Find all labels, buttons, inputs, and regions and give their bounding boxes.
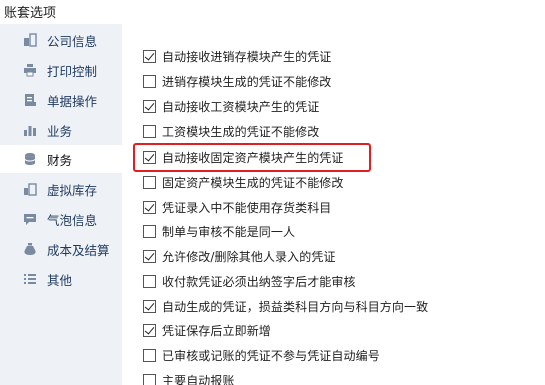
window-title: 账套选项 <box>4 6 57 21</box>
sidebar-item-company-info[interactable]: 公司信息 <box>0 26 122 54</box>
option-no-inventory-accounts[interactable]: 凭证录入中不能使用存货类科目 <box>143 197 331 217</box>
bar-chart-icon <box>23 123 37 137</box>
option-new-after-save[interactable]: 凭证保存后立即新增 <box>143 320 271 340</box>
sidebar: 公司信息 打印控制 单据操作 业务 财务 虚拟库存 气泡信息 成本及结算 其他 <box>0 24 122 385</box>
chat-bubble-icon <box>23 212 37 226</box>
checkbox[interactable] <box>143 224 156 238</box>
checkbox[interactable] <box>143 348 156 362</box>
option-cashier-sign-before-review[interactable]: 收付款凭证必须出纳签字后才能审核 <box>143 271 356 291</box>
option-label: 凭证录入中不能使用存货类科目 <box>162 200 332 215</box>
sidebar-item-label: 业务 <box>47 123 73 139</box>
checkbox[interactable] <box>143 200 156 214</box>
sidebar-item-finance[interactable]: 财务 <box>0 145 122 173</box>
sidebar-item-bubble-info[interactable]: 气泡信息 <box>0 205 122 233</box>
sidebar-item-label: 虚拟库存 <box>47 182 98 198</box>
checkbox[interactable] <box>143 323 156 337</box>
checkbox[interactable] <box>143 249 156 263</box>
building-icon <box>23 33 37 47</box>
option-maker-not-reviewer[interactable]: 制单与审核不能是同一人 <box>143 221 295 241</box>
option-allow-edit-others-voucher[interactable]: 允许修改/删除其他人录入的凭证 <box>143 246 336 266</box>
sidebar-item-label: 打印控制 <box>47 63 98 79</box>
option-label: 允许修改/删除其他人录入的凭证 <box>162 249 336 264</box>
option-inventory-voucher-locked[interactable]: 进销存模块生成的凭证不能修改 <box>143 71 331 91</box>
sidebar-item-label: 其他 <box>47 272 73 288</box>
option-label: 主要自动报账 <box>162 373 235 385</box>
inventory-icon <box>23 182 37 196</box>
sidebar-item-label: 成本及结算 <box>47 242 110 258</box>
highlight-box <box>133 143 371 172</box>
sidebar-item-print-control[interactable]: 打印控制 <box>0 56 122 84</box>
checkbox[interactable] <box>143 74 156 88</box>
checkbox[interactable] <box>143 274 156 288</box>
list-icon <box>23 272 37 286</box>
option-label: 工资模块生成的凭证不能修改 <box>162 124 320 139</box>
option-label: 自动生成的凭证，损益类科目方向与科目方向一致 <box>162 299 429 314</box>
option-fixed-asset-voucher-locked[interactable]: 固定资产模块生成的凭证不能修改 <box>143 172 344 192</box>
document-icon <box>23 93 37 107</box>
option-label: 自动接收进销存模块产生的凭证 <box>162 49 332 64</box>
option-auto-report[interactable]: 主要自动报账 <box>143 370 235 385</box>
sidebar-item-business[interactable]: 业务 <box>0 116 122 144</box>
option-label: 收付款凭证必须出纳签字后才能审核 <box>162 274 356 289</box>
option-auto-receive-payroll-voucher[interactable]: 自动接收工资模块产生的凭证 <box>143 96 319 116</box>
printer-icon <box>23 63 37 77</box>
sidebar-item-label: 公司信息 <box>47 33 98 49</box>
checkbox[interactable] <box>143 373 156 385</box>
checkbox[interactable] <box>143 299 156 313</box>
checkbox[interactable] <box>143 124 156 138</box>
sidebar-item-document-operation[interactable]: 单据操作 <box>0 86 122 114</box>
checkbox[interactable] <box>143 99 156 113</box>
database-icon <box>23 152 37 166</box>
sidebar-item-label: 财务 <box>47 152 73 168</box>
checkbox[interactable] <box>143 175 156 189</box>
sidebar-item-cost-settlement[interactable]: 成本及结算 <box>0 235 122 263</box>
option-exclude-reviewed-from-numbering[interactable]: 已审核或记账的凭证不参与凭证自动编号 <box>143 345 380 365</box>
checkbox[interactable] <box>143 49 156 63</box>
option-payroll-voucher-locked[interactable]: 工资模块生成的凭证不能修改 <box>143 121 319 141</box>
option-label: 自动接收工资模块产生的凭证 <box>162 99 320 114</box>
sidebar-item-label: 单据操作 <box>47 93 98 109</box>
option-label: 凭证保存后立即新增 <box>162 323 271 338</box>
option-label: 固定资产模块生成的凭证不能修改 <box>162 175 344 190</box>
option-profit-loss-direction[interactable]: 自动生成的凭证，损益类科目方向与科目方向一致 <box>143 296 428 316</box>
sidebar-item-virtual-inventory[interactable]: 虚拟库存 <box>0 175 122 203</box>
option-label: 已审核或记账的凭证不参与凭证自动编号 <box>162 348 380 363</box>
sidebar-item-other[interactable]: 其他 <box>0 265 122 293</box>
option-label: 进销存模块生成的凭证不能修改 <box>162 74 332 89</box>
option-label: 制单与审核不能是同一人 <box>162 224 296 239</box>
sidebar-item-label: 气泡信息 <box>47 212 98 228</box>
money-bag-icon <box>23 242 37 256</box>
option-auto-receive-inventory-voucher[interactable]: 自动接收进销存模块产生的凭证 <box>143 46 331 66</box>
